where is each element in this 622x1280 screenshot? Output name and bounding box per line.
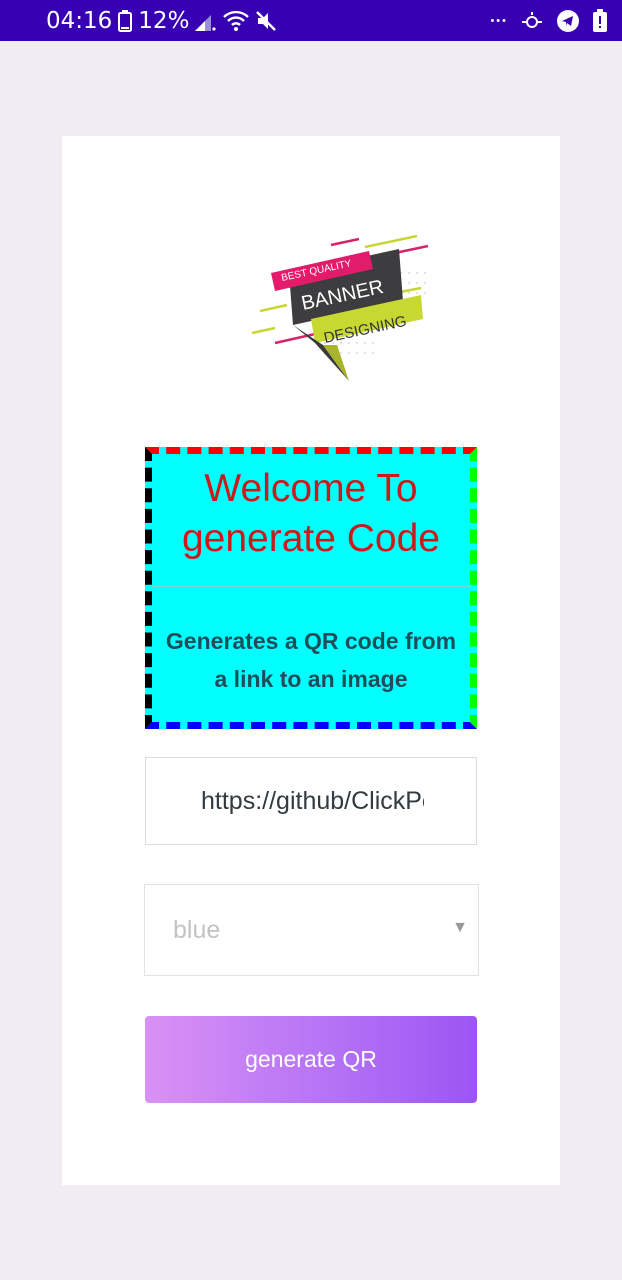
welcome-box: Welcome To generate Code Generates a QR … — [145, 447, 477, 729]
welcome-subtitle-line1: Generates a QR code from — [165, 628, 457, 654]
signal-icon — [195, 11, 217, 31]
overflow-dots-icon: ••• — [490, 14, 508, 27]
welcome-subtitle-line2: a link to an image — [214, 666, 408, 692]
url-input[interactable] — [145, 757, 477, 845]
data-saver-icon — [520, 10, 544, 32]
banner-logo: BEST QUALITY BANNER DESIGNING — [245, 233, 435, 388]
status-right: ••• — [490, 8, 608, 33]
battery-icon — [118, 9, 133, 32]
status-time: 04:16 — [46, 7, 113, 34]
alert-icon — [592, 8, 608, 33]
welcome-divider — [152, 586, 470, 587]
welcome-title-line1: Welcome To — [204, 467, 418, 510]
battery-percent: 12% — [138, 7, 190, 34]
color-select-value: blue — [173, 915, 221, 944]
mute-icon — [255, 10, 277, 32]
wifi-icon — [223, 10, 250, 32]
welcome-title: Welcome To generate Code — [152, 464, 470, 564]
welcome-title-line2: generate Code — [181, 517, 441, 560]
status-left: 04:16 12% — [46, 8, 277, 34]
welcome-subtitle: Generates a QR code from a link to an im… — [148, 622, 474, 698]
telegram-icon — [556, 9, 580, 33]
generate-qr-button[interactable]: generate QR — [145, 1016, 477, 1103]
status-bar: 04:16 12% ••• — [0, 0, 622, 41]
color-select[interactable]: blue ▼ — [144, 884, 479, 976]
chevron-down-icon: ▼ — [452, 919, 468, 936]
